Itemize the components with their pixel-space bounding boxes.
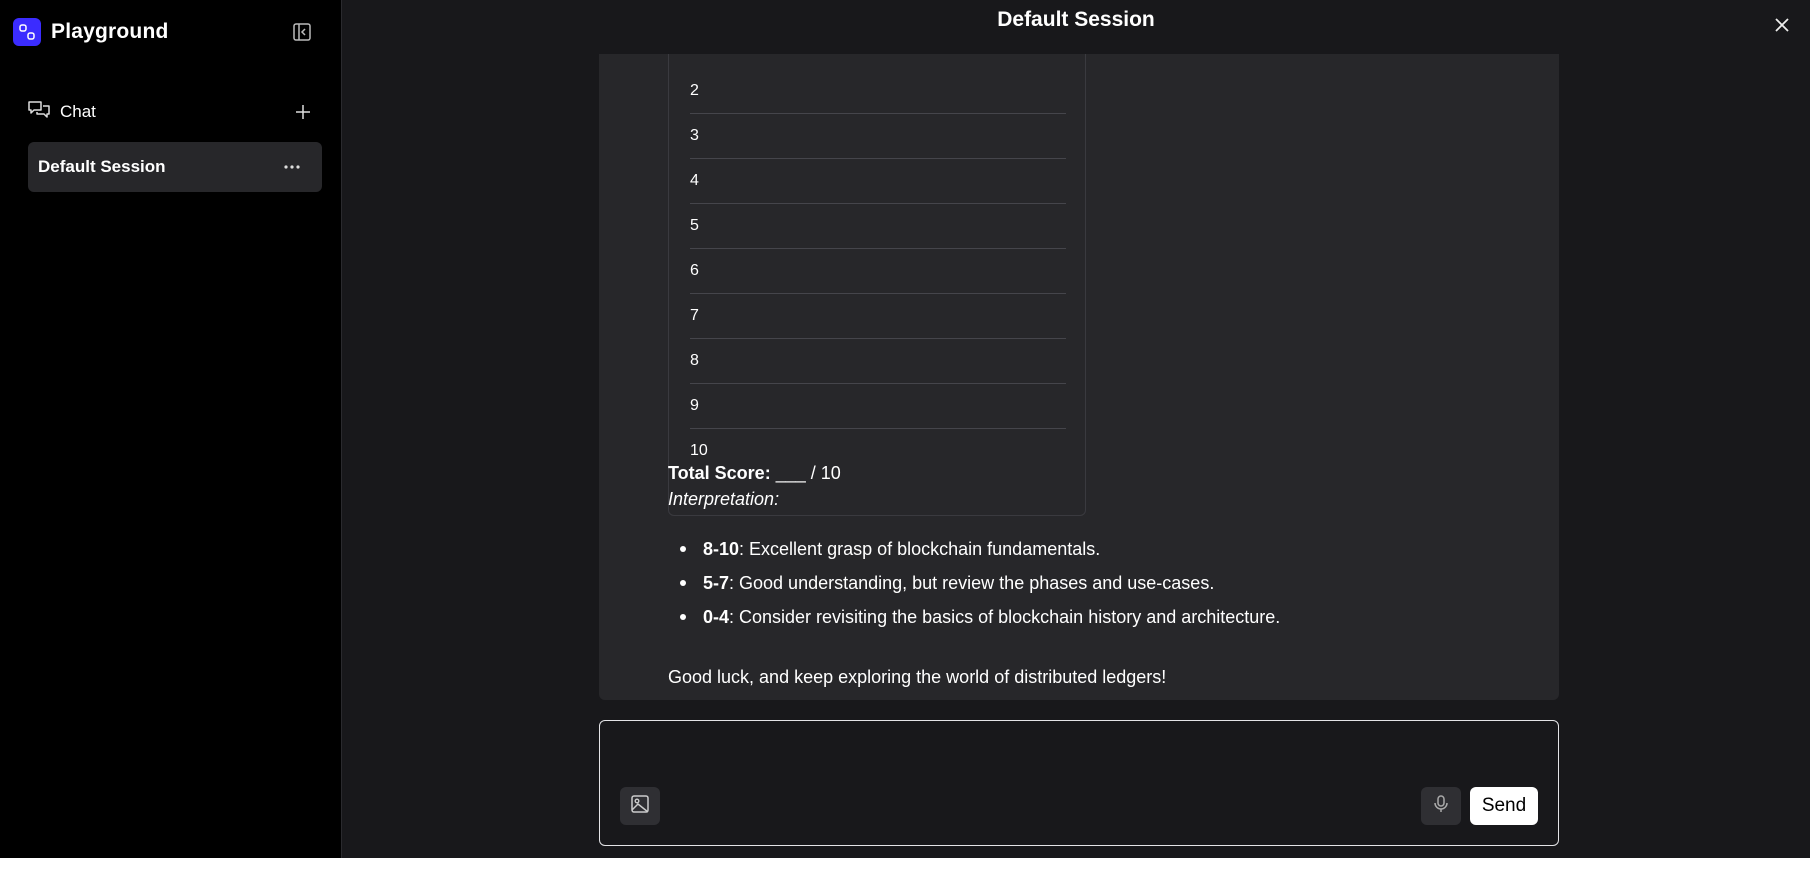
message-composer: Send [599, 720, 1559, 846]
table-row: 3 [690, 113, 1066, 159]
table-row: 4 [690, 158, 1066, 204]
table-row: 7 [690, 293, 1066, 339]
total-score: Total Score: ___ / 10 [668, 463, 841, 484]
playground-logo-icon [13, 18, 41, 46]
image-icon [630, 794, 650, 819]
sidebar: Playground Chat Default Session [0, 0, 342, 858]
list-item: 8-10: Excellent grasp of blockchain fund… [668, 538, 1280, 572]
list-item: 5-7: Good understanding, but review the … [668, 572, 1280, 606]
close-icon[interactable] [1772, 15, 1792, 35]
attach-image-button[interactable] [620, 787, 660, 825]
bottom-edge [0, 858, 1810, 872]
more-options-icon[interactable] [282, 157, 302, 177]
sidebar-collapse-icon[interactable] [292, 22, 312, 42]
score-description: : Excellent grasp of blockchain fundamen… [739, 539, 1101, 559]
session-label: Default Session [38, 157, 166, 176]
list-item: 0-4: Consider revisiting the basics of b… [668, 606, 1280, 640]
closing-text: Good luck, and keep exploring the world … [668, 667, 1167, 687]
total-score-value: ___ / 10 [775, 463, 841, 483]
interpretation-label: Interpretation: [668, 489, 780, 509]
table-row: 6 [690, 248, 1066, 294]
table-row: 9 [690, 383, 1066, 429]
send-button[interactable]: Send [1470, 787, 1538, 825]
score-range: 0-4 [703, 607, 730, 627]
new-chat-plus-icon[interactable] [293, 102, 313, 122]
page-title: Default Session [997, 8, 1155, 31]
brand: Playground [13, 18, 169, 46]
microphone-icon [1431, 794, 1451, 819]
table-row: 5 [690, 203, 1066, 249]
score-range: 5-7 [703, 573, 730, 593]
table-row: 8 [690, 338, 1066, 384]
brand-title: Playground [51, 20, 169, 43]
score-description: : Consider revisiting the basics of bloc… [729, 607, 1281, 627]
table-row: 2 [690, 68, 1066, 114]
assistant-message: 2 3 4 5 6 7 8 9 10 Total Score: ___ / 10… [599, 54, 1559, 700]
interpretation-list: 8-10: Excellent grasp of blockchain fund… [668, 538, 1280, 640]
chat-label: Chat [60, 102, 96, 121]
microphone-button[interactable] [1421, 787, 1461, 825]
chat-section-header: Chat [28, 100, 313, 124]
score-range: 8-10 [703, 539, 740, 559]
message-input[interactable] [618, 735, 1542, 777]
answer-table: 2 3 4 5 6 7 8 9 10 [668, 54, 1086, 516]
session-item-default[interactable]: Default Session [28, 142, 322, 192]
main-panel: Default Session 2 3 4 5 6 7 8 9 10 Total… [342, 0, 1810, 858]
top-bar: Default Session [342, 0, 1810, 54]
score-description: : Good understanding, but review the pha… [729, 573, 1215, 593]
total-score-label: Total Score: [668, 463, 771, 483]
chat-icon [28, 100, 50, 125]
